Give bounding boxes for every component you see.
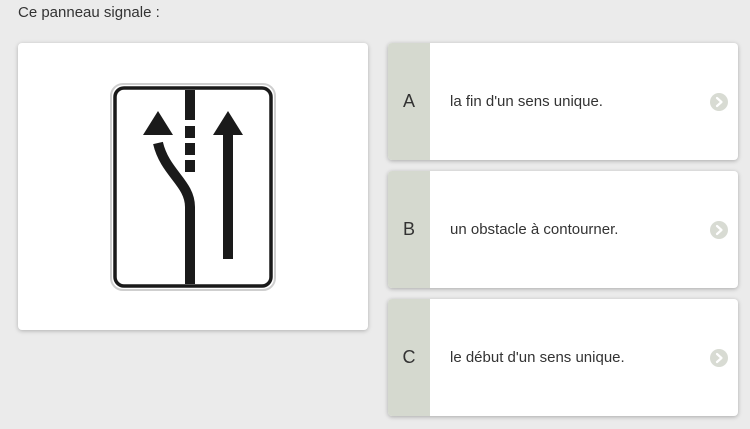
lane-split-sign-icon [110, 83, 276, 291]
answer-text: le début d'un sens unique. [450, 349, 625, 366]
answer-letter: C [402, 347, 416, 367]
answer-text: la fin d'un sens unique. [450, 93, 603, 110]
answer-option-b[interactable]: B un obstacle à contourner. [388, 171, 738, 288]
chevron-right-icon [710, 220, 728, 239]
chevron-right-icon [710, 348, 728, 367]
chevron-right-icon [710, 92, 728, 111]
answer-letter: B [402, 219, 415, 239]
question-text: Ce panneau signale : [18, 4, 160, 21]
sign-card [18, 43, 368, 330]
answer-letter: A [402, 91, 415, 111]
answer-text: un obstacle à contourner. [450, 221, 619, 238]
answer-option-a[interactable]: A la fin d'un sens unique. [388, 43, 738, 160]
answer-option-c[interactable]: C le début d'un sens unique. [388, 299, 738, 416]
